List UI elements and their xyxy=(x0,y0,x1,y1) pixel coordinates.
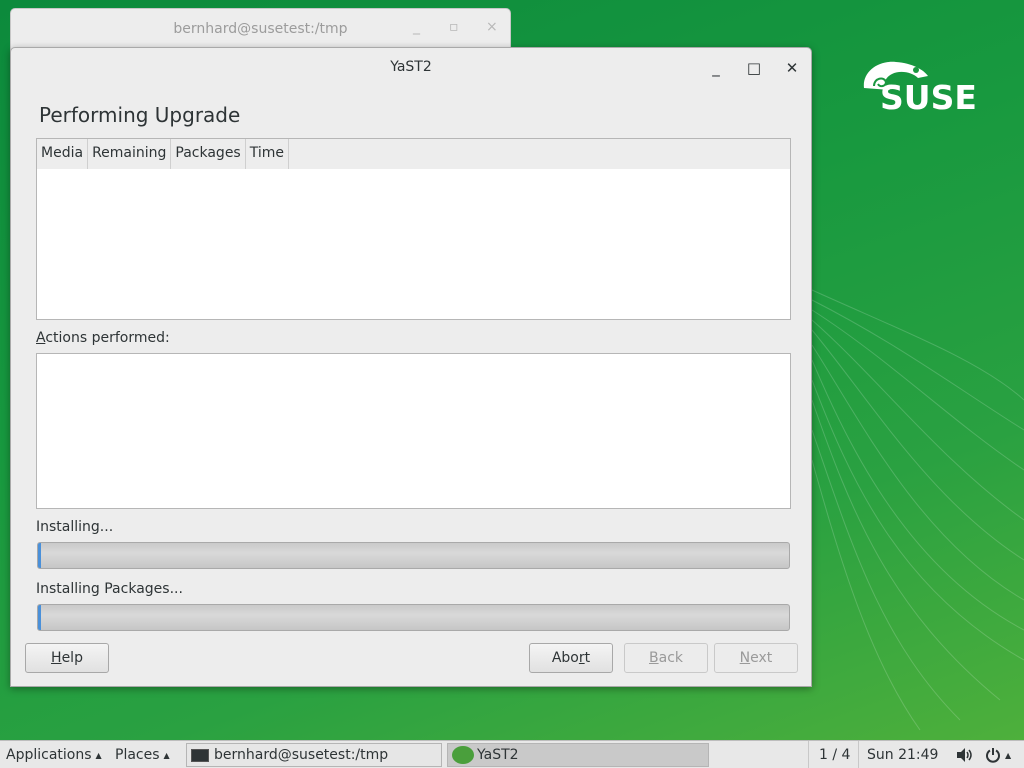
maximize-button[interactable]: □ xyxy=(743,57,765,79)
back-button[interactable]: Back xyxy=(624,643,708,673)
places-menu[interactable]: Places ▲ xyxy=(115,741,170,768)
minimize-button[interactable]: _ xyxy=(705,57,727,79)
maximize-icon[interactable]: ▫ xyxy=(449,19,459,35)
help-button[interactable]: Help xyxy=(25,643,109,673)
task-label: bernhard@susetest:/tmp xyxy=(214,747,389,763)
next-button[interactable]: Next xyxy=(714,643,798,673)
window-titlebar[interactable]: YaST2 _ □ ✕ xyxy=(11,48,811,88)
applications-menu[interactable]: Applications ▲ xyxy=(6,741,102,768)
installing-progress-bar xyxy=(37,542,790,569)
column-header-media[interactable]: Media xyxy=(37,139,89,169)
suse-logo: SUSE xyxy=(858,58,980,120)
separator xyxy=(858,741,859,768)
minimize-icon: _ xyxy=(712,59,720,77)
installing-packages-label: Installing Packages... xyxy=(36,581,183,597)
workspace-switcher[interactable]: 1 / 4 xyxy=(819,741,850,768)
close-icon: ✕ xyxy=(785,59,799,77)
places-label: Places xyxy=(115,747,160,763)
menu-arrow-icon: ▲ xyxy=(95,750,102,760)
suse-logo-text: SUSE xyxy=(880,78,977,117)
yast-window: YaST2 _ □ ✕ Performing Upgrade Media Rem… xyxy=(10,47,812,687)
volume-icon[interactable] xyxy=(955,741,973,768)
window-title: YaST2 xyxy=(390,59,432,75)
minimize-icon[interactable]: _ xyxy=(413,19,420,35)
yast-icon xyxy=(452,746,474,764)
progress-fill xyxy=(38,605,41,630)
task-terminal[interactable]: bernhard@susetest:/tmp xyxy=(186,743,442,767)
column-header-remaining[interactable]: Remaining xyxy=(88,139,172,169)
abort-button[interactable]: Abo r t xyxy=(529,643,613,673)
media-table[interactable]: Media Remaining Packages Time xyxy=(36,138,791,320)
installing-packages-progress-bar xyxy=(37,604,790,631)
table-header: Media Remaining Packages Time xyxy=(37,139,790,169)
task-label: YaST2 xyxy=(477,747,519,763)
menu-arrow-icon: ▲ xyxy=(1005,750,1012,760)
clock[interactable]: Sun 21:49 xyxy=(867,741,938,768)
column-header-time[interactable]: Time xyxy=(246,139,289,169)
installing-label: Installing... xyxy=(36,519,114,535)
page-title: Performing Upgrade xyxy=(39,103,241,127)
applications-label: Applications xyxy=(6,747,92,763)
menu-arrow-icon: ▲ xyxy=(163,750,170,760)
actions-log[interactable] xyxy=(36,353,791,509)
close-icon[interactable]: × xyxy=(486,19,498,35)
actions-performed-label: Actions performed: xyxy=(36,330,170,346)
terminal-icon xyxy=(191,748,209,762)
power-icon[interactable]: ▲ xyxy=(985,741,1011,768)
maximize-icon: □ xyxy=(746,59,762,77)
progress-fill xyxy=(38,543,41,568)
task-yast2[interactable]: YaST2 xyxy=(447,743,709,767)
separator xyxy=(808,741,809,768)
background-window-title: bernhard@susetest:/tmp xyxy=(173,21,348,37)
taskbar: Applications ▲ Places ▲ bernhard@susetes… xyxy=(0,740,1024,768)
close-button[interactable]: ✕ xyxy=(781,57,803,79)
column-header-packages[interactable]: Packages xyxy=(171,139,246,169)
